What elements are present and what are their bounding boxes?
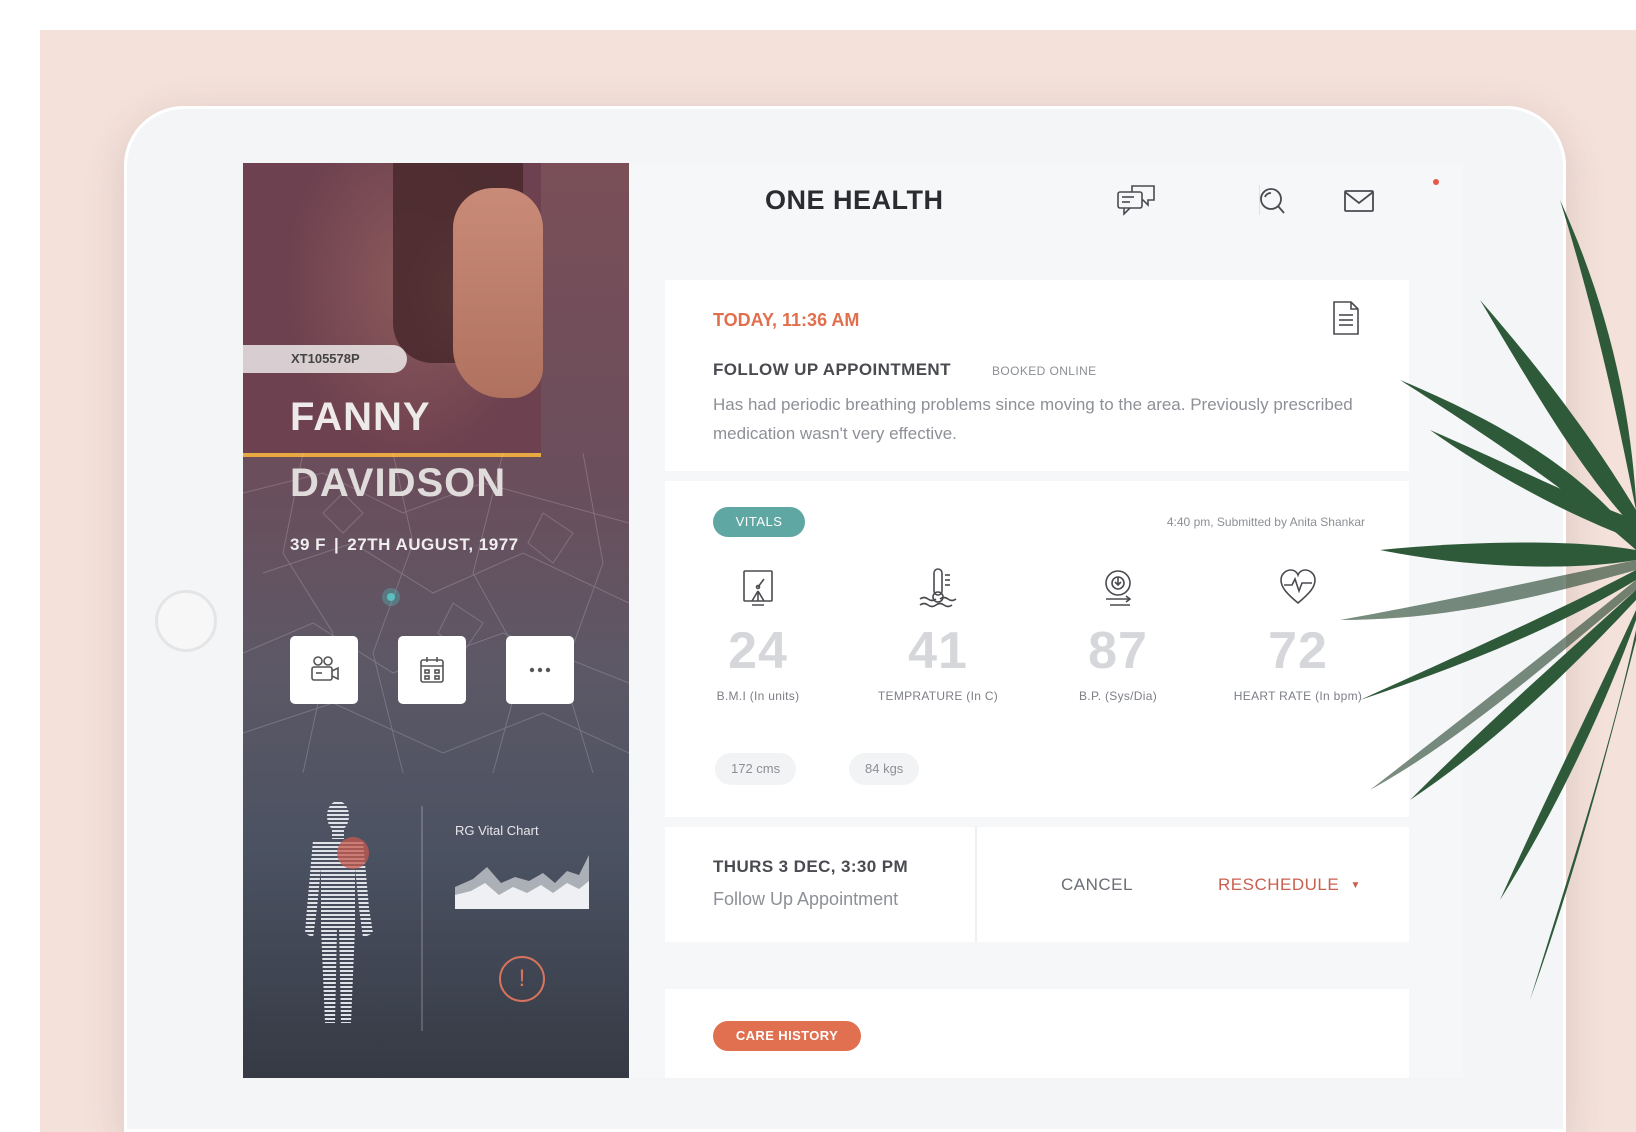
panel-divider bbox=[421, 806, 423, 1031]
vital-temperature: 41 TEMPRATURE (In C) bbox=[853, 567, 1023, 703]
blood-pressure-label: B.P. (Sys/Dia) bbox=[1079, 689, 1157, 703]
alert-icon[interactable]: ! bbox=[499, 956, 545, 1002]
heart-rate-label: HEART RATE (In bpm) bbox=[1233, 689, 1363, 703]
next-appointment-divider bbox=[975, 827, 977, 942]
heart-rate-value: 72 bbox=[1268, 622, 1328, 680]
mail-button[interactable] bbox=[1336, 181, 1382, 221]
location-dot-icon bbox=[382, 588, 400, 606]
appointment-title: FOLLOW UP APPOINTMENT bbox=[713, 360, 951, 379]
temperature-value: 41 bbox=[908, 622, 968, 680]
patient-last-name: DAVIDSON bbox=[290, 461, 507, 505]
app-screen: XT105578P FANNY DAVIDSON 39 F | 27TH AUGUS… bbox=[243, 163, 1463, 1078]
temperature-label: TEMPRATURE (In C) bbox=[877, 689, 999, 703]
calendar-icon bbox=[420, 657, 444, 683]
vital-heart-rate: 72 HEART RATE (In bpm) bbox=[1213, 567, 1383, 703]
more-icon bbox=[529, 667, 551, 673]
patient-age-sex: 39 F bbox=[290, 535, 327, 554]
bmi-label: B.M.I (In units) bbox=[716, 689, 800, 703]
patient-profile-panel: XT105578P FANNY DAVIDSON 39 F | 27TH AUGUS… bbox=[243, 163, 629, 1078]
appointment-time: TODAY, 11:36 AM bbox=[713, 310, 860, 330]
blood-pressure-value: 87 bbox=[1088, 622, 1148, 680]
next-appointment-date: THURS 3 DEC, 3:30 PM bbox=[713, 857, 909, 876]
mail-icon bbox=[1344, 190, 1374, 212]
vitals-badge: VITALS bbox=[713, 507, 805, 537]
care-history-card: CARE HISTORY bbox=[665, 989, 1409, 1078]
next-appointment-card: THURS 3 DEC, 3:30 PM Follow Up Appointme… bbox=[665, 827, 1409, 942]
mail-notification-dot bbox=[1433, 179, 1439, 185]
messages-button[interactable] bbox=[1113, 181, 1159, 221]
search-button[interactable] bbox=[1249, 181, 1295, 221]
patient-first-name: FANNY bbox=[290, 395, 431, 439]
search-icon bbox=[1260, 188, 1285, 214]
chat-icon bbox=[1117, 185, 1155, 216]
appointment-description: Has had periodic breathing problems sinc… bbox=[713, 395, 1353, 443]
next-appointment-type: Follow Up Appointment bbox=[713, 889, 899, 909]
height-pill: 172 cms bbox=[715, 753, 797, 785]
weight-pill: 84 kgs bbox=[849, 753, 920, 785]
app-title: ONE HEALTH bbox=[765, 185, 944, 215]
document-icon[interactable] bbox=[1331, 300, 1361, 336]
care-history-badge[interactable]: CARE HISTORY bbox=[713, 1021, 861, 1051]
booking-source: BOOKED ONLINE bbox=[992, 364, 1097, 378]
cancel-button[interactable]: CANCEL bbox=[1061, 875, 1133, 895]
blood-pressure-icon bbox=[1105, 570, 1132, 606]
patient-id-badge: XT105578P bbox=[243, 345, 407, 373]
patient-dob: 27TH AUGUST, 1977 bbox=[347, 535, 519, 554]
caret-down-icon: ▼ bbox=[1350, 880, 1361, 891]
reschedule-button[interactable]: RESCHEDULE ▼ bbox=[1218, 875, 1361, 895]
bmi-value: 24 bbox=[728, 622, 788, 680]
vitals-submitted-info: 4:40 pm, Submitted by Anita Shankar bbox=[1166, 515, 1365, 529]
reschedule-label: RESCHEDULE bbox=[1218, 875, 1340, 894]
vital-blood-pressure: 87 B.P. (Sys/Dia) bbox=[1033, 567, 1203, 703]
appointment-card: TODAY, 11:36 AM FOLLOW UP APPOINTMENT BO… bbox=[665, 280, 1409, 471]
vital-chart-label: RG Vital Chart bbox=[455, 823, 539, 838]
calendar-button[interactable] bbox=[398, 636, 466, 704]
body-map-figure bbox=[305, 801, 373, 1023]
heart-rate-icon bbox=[1280, 569, 1316, 605]
thermometer-icon bbox=[919, 568, 957, 608]
video-call-button[interactable] bbox=[290, 636, 358, 704]
patient-demographics: 39 F | 27TH AUGUST, 1977 bbox=[290, 535, 519, 554]
vitals-card: VITALS 4:40 pm, Submitted by Anita Shank… bbox=[665, 481, 1409, 817]
vital-bmi: 24 B.M.I (In units) bbox=[673, 567, 843, 703]
bmi-icon bbox=[743, 570, 773, 606]
more-button[interactable] bbox=[506, 636, 574, 704]
video-call-icon bbox=[311, 656, 339, 681]
vital-chart-sparkline bbox=[455, 855, 589, 909]
home-button[interactable] bbox=[155, 590, 217, 652]
